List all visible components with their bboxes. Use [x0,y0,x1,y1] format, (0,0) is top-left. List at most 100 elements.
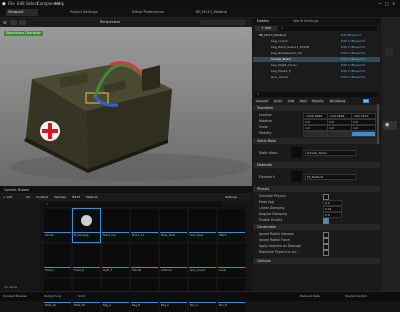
asset-tile[interactable]: M113_A2 [131,209,158,242]
eye-icon: ◉ [385,122,390,128]
asset-tile[interactable]: Cover [218,244,245,277]
mesh-thumbnail[interactable] [291,147,302,158]
asset-thumbnail [189,209,216,232]
visibility-toggle[interactable]: ◉ [383,121,397,130]
row-type-link[interactable]: Edit in Blueprint [341,75,365,80]
filter-physics[interactable]: Physics [311,99,325,103]
asset-search-input[interactable]: ⚲ [44,202,222,207]
filter-general[interactable]: General [255,99,269,103]
enable-gravity-checkbox[interactable] [323,218,329,224]
asset-name: M113_Car [103,234,116,237]
list-item[interactable]: Gun_mount Edit in Blueprint [253,75,380,80]
maximize-icon[interactable]: □ [385,1,389,6]
asset-tile[interactable]: Gun_mount [189,244,216,277]
tab-label: Viewport [8,10,24,14]
add-component-button[interactable]: + Add [255,26,277,31]
static-mesh-dropdown[interactable]: Smoke_Stack [305,150,356,156]
level-viewport[interactable]: Standalone Character ⋮ [0,27,252,186]
path-segment[interactable]: Medical [86,195,98,199]
unreal-logo-icon[interactable]: ◆ [2,1,6,7]
minimize-icon[interactable]: — [378,1,382,6]
section-physics[interactable]: Physics [253,186,380,192]
tab-details[interactable]: Details [257,19,269,23]
asset-tile[interactable]: Tread_L [44,244,71,277]
tab-world-settings[interactable]: World Settings [293,19,319,23]
filter-rendering[interactable]: Rendering [329,99,347,103]
row-type-link[interactable]: Edit in Blueprint [341,57,365,62]
filter-lod[interactable]: LOD [287,99,296,103]
row-type-link[interactable]: Edit in Blueprint [341,39,365,44]
details-scrollbar[interactable] [377,104,379,144]
asset-tile[interactable]: Hatch [218,209,245,242]
toolbar-button[interactable] [385,48,393,56]
add-button[interactable]: + Add [3,195,12,199]
list-item[interactable]: bag_RoadGear11_02 Edit in Blueprint [253,51,380,56]
play-button[interactable] [19,20,26,25]
tab-blueprint[interactable]: BP_M113_Medical [194,9,236,16]
viewport-options-group[interactable] [200,20,245,25]
perspective-dropdown[interactable]: Perspective [100,20,120,24]
row-type-link[interactable]: Edit Blueprint [341,33,361,38]
row-type-link[interactable]: Edit in Blueprint [341,45,365,50]
menu-edit[interactable]: Edit [17,1,25,6]
row-type-link[interactable]: Edit in Blueprint [341,51,365,56]
asset-tile-selected[interactable]: M_Damage [72,208,101,243]
section-materials[interactable]: Materials [253,162,380,168]
asset-tile[interactable]: Tread_R [73,244,100,277]
filter-all[interactable]: All [363,99,369,103]
section-collision[interactable]: Collision [253,258,380,264]
settings-button[interactable]: Settings [225,195,237,199]
content-drawer-tab[interactable]: Content Drawer [4,188,29,192]
menu-file[interactable]: File [8,1,15,6]
content-drawer-button[interactable]: Content Drawer [3,294,27,298]
tab-project-settings[interactable]: Project Settings [68,9,106,16]
outliner-root-row[interactable]: BP_M113_Medical Edit Blueprint [253,33,380,38]
filter-misc[interactable]: Misc [299,99,308,103]
asset-tile[interactable]: Body_Shell [160,209,187,242]
asset-tile[interactable]: Smoke [44,209,71,242]
hamburger-icon[interactable]: ☰ [3,20,7,25]
close-icon[interactable]: ✕ [392,1,395,6]
property-checkbox[interactable] [323,250,329,256]
row-type-link[interactable]: Edit in Blueprint [341,69,365,74]
material-thumbnail[interactable] [291,171,302,182]
search-input[interactable]: ⚲ [279,26,377,31]
list-item[interactable]: bag_Might_Cover Edit in Blueprint [253,63,380,68]
output-log-button[interactable]: Output Log [44,294,61,298]
tab-viewport[interactable]: Viewport [6,9,38,16]
filter-actor[interactable]: Actor [273,99,283,103]
mobility-stationary-toggle[interactable] [327,131,352,137]
material-dropdown[interactable]: MI_Default [305,174,356,180]
asset-tile[interactable]: M113_Car [102,209,129,242]
section-static-mesh[interactable]: Static Mesh [253,138,380,144]
section-constraints[interactable]: Constraints [253,224,380,230]
viewport-menu-icon[interactable]: ⋮ [240,31,244,36]
section-transform[interactable]: Transform [253,105,380,111]
derived-data-button[interactable]: Derived Data [300,294,320,298]
asset-tile[interactable]: Handle [131,244,158,277]
folder-tree[interactable] [0,201,40,291]
cmd-button[interactable]: Cmd [78,294,85,298]
details-search-input[interactable]: ⚲ [255,92,378,97]
path-segment[interactable]: All [26,195,30,199]
source-control-button[interactable]: Source Control [345,294,367,298]
asset-tile[interactable]: Door_Rear [189,209,216,242]
tab-label: BP_M113_Medical [196,10,228,14]
list-item[interactable]: bag_Mount_5 Edit in Blueprint [253,69,380,74]
mobility-movable-toggle[interactable] [351,131,376,137]
select-mode-button[interactable] [10,20,17,25]
path-segment[interactable]: M113 [72,195,80,199]
asset-tile[interactable]: Antenna [160,244,187,277]
menu-help[interactable]: Help [55,1,64,6]
list-item[interactable]: bag_Road_Gear11_00106 Edit in Blueprint [253,45,380,50]
list-item-selected[interactable]: Smoke_Stack Edit in Blueprint [253,57,380,62]
path-segment[interactable]: Vehicles [54,195,66,199]
asset-tile[interactable]: Light_F [102,244,129,277]
row-type-link[interactable]: Edit in Blueprint [341,63,365,68]
asset-name: Cover [219,269,227,272]
list-item[interactable]: bag_rover1 Edit in Blueprint [253,39,380,44]
path-segment[interactable]: Content [36,195,48,199]
asset-thumbnail [73,209,100,232]
tab-editor-preferences[interactable]: Editor Preferences [130,9,172,16]
mobility-static-toggle[interactable] [303,131,328,137]
